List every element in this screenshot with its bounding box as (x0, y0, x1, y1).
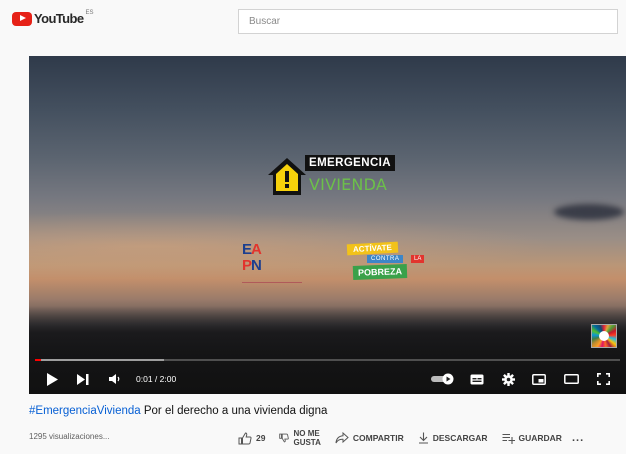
eapn-letter: E (242, 241, 252, 258)
theater-mode-button[interactable] (562, 364, 580, 394)
save-label: GUARDAR (518, 433, 562, 443)
fullscreen-button[interactable] (594, 364, 612, 394)
autoplay-toggle[interactable] (430, 364, 456, 394)
masthead: YouTube ES (0, 0, 626, 40)
progress-played (35, 359, 41, 361)
next-button[interactable] (75, 364, 91, 394)
subtitles-button[interactable] (468, 364, 486, 394)
save-button[interactable]: GUARDAR (502, 433, 562, 444)
playlist-add-icon (502, 433, 515, 444)
progress-buffered (35, 359, 164, 361)
eapn-underline (242, 282, 302, 283)
player-controls: 0:01 / 2:00 (29, 364, 626, 394)
sdg-wheel-icon (591, 324, 617, 348)
dark-cloud (554, 204, 624, 220)
share-arrow-icon (335, 432, 349, 444)
contra-text: CONTRA (367, 255, 404, 263)
play-icon (47, 372, 58, 386)
thumbs-up-icon (238, 431, 252, 444)
eapn-letter: A (251, 241, 262, 258)
eapn-row-1: EA (242, 242, 302, 258)
house-warning-icon (268, 158, 306, 195)
eapn-row-2: PN (242, 258, 302, 274)
youtube-logo[interactable]: YouTube ES (12, 10, 94, 26)
activate-contra-la-pobreza-logo: ACTÍVATE CONTRA LA POBREZA (346, 241, 435, 287)
volume-icon (109, 374, 120, 384)
la-text: LA (411, 255, 425, 263)
vivienda-text: VIVIENDA (309, 175, 387, 194)
miniplayer-icon (532, 373, 546, 385)
share-button[interactable]: COMPARTIR (335, 432, 404, 444)
eapn-logo: EA PN (242, 242, 302, 290)
thumbs-down-icon (279, 433, 290, 443)
fullscreen-icon (596, 373, 610, 385)
title-text: Por el derecho a una vivienda digna (140, 405, 328, 417)
like-count: 29 (256, 433, 266, 443)
hashtag-link[interactable]: #EmergenciaVivienda (29, 405, 141, 417)
emergencia-vivienda-logo: EMERGENCIA VIVIENDA (265, 153, 395, 203)
eapn-letter: P (242, 257, 252, 274)
miniplayer-button[interactable] (530, 364, 548, 394)
dislike-line-2: GUSTA (293, 438, 321, 447)
progress-bar[interactable] (35, 359, 620, 361)
video-player[interactable]: EMERGENCIA VIVIENDA EA PN ACTÍVATE CONTR… (29, 56, 626, 394)
skip-next-icon (77, 373, 89, 385)
action-bar: 29 NO ME GUSTA COMPARTIR DESCARGAR GUARD… (238, 427, 584, 449)
logo-text: YouTube (34, 11, 84, 26)
theater-mode-icon (563, 374, 579, 384)
youtube-play-icon (12, 11, 32, 26)
autoplay-toggle-icon (431, 373, 454, 385)
sunset-glow (29, 206, 626, 286)
emergencia-text: EMERGENCIA (305, 155, 395, 171)
like-button[interactable]: 29 (238, 431, 266, 445)
download-label: DESCARGAR (432, 433, 488, 443)
video-title: #EmergenciaVivienda Por el derecho a una… (29, 405, 327, 417)
dislike-button[interactable]: NO ME GUSTA (279, 429, 321, 447)
activate-text: ACTÍVATE (346, 241, 399, 256)
time-display: 0:01 / 2:00 (136, 374, 177, 384)
gear-icon (501, 372, 515, 386)
search-input[interactable] (239, 10, 617, 33)
search-box[interactable] (238, 9, 618, 34)
logo-region: ES (85, 10, 94, 16)
dislike-label: NO ME GUSTA (293, 429, 320, 447)
eapn-letter: N (251, 257, 262, 274)
dislike-line-1: NO ME (293, 429, 320, 438)
pobreza-text: POBREZA (352, 264, 408, 280)
more-actions-button[interactable]: ... (572, 432, 584, 444)
subtitles-icon (470, 374, 484, 384)
download-button[interactable]: DESCARGAR (418, 432, 488, 444)
volume-button[interactable] (107, 364, 123, 394)
view-count: 1295 visualizaciones... (29, 432, 110, 441)
play-button[interactable] (43, 364, 61, 394)
download-icon (418, 432, 428, 444)
share-label: COMPARTIR (352, 433, 404, 443)
settings-button[interactable] (499, 364, 517, 394)
